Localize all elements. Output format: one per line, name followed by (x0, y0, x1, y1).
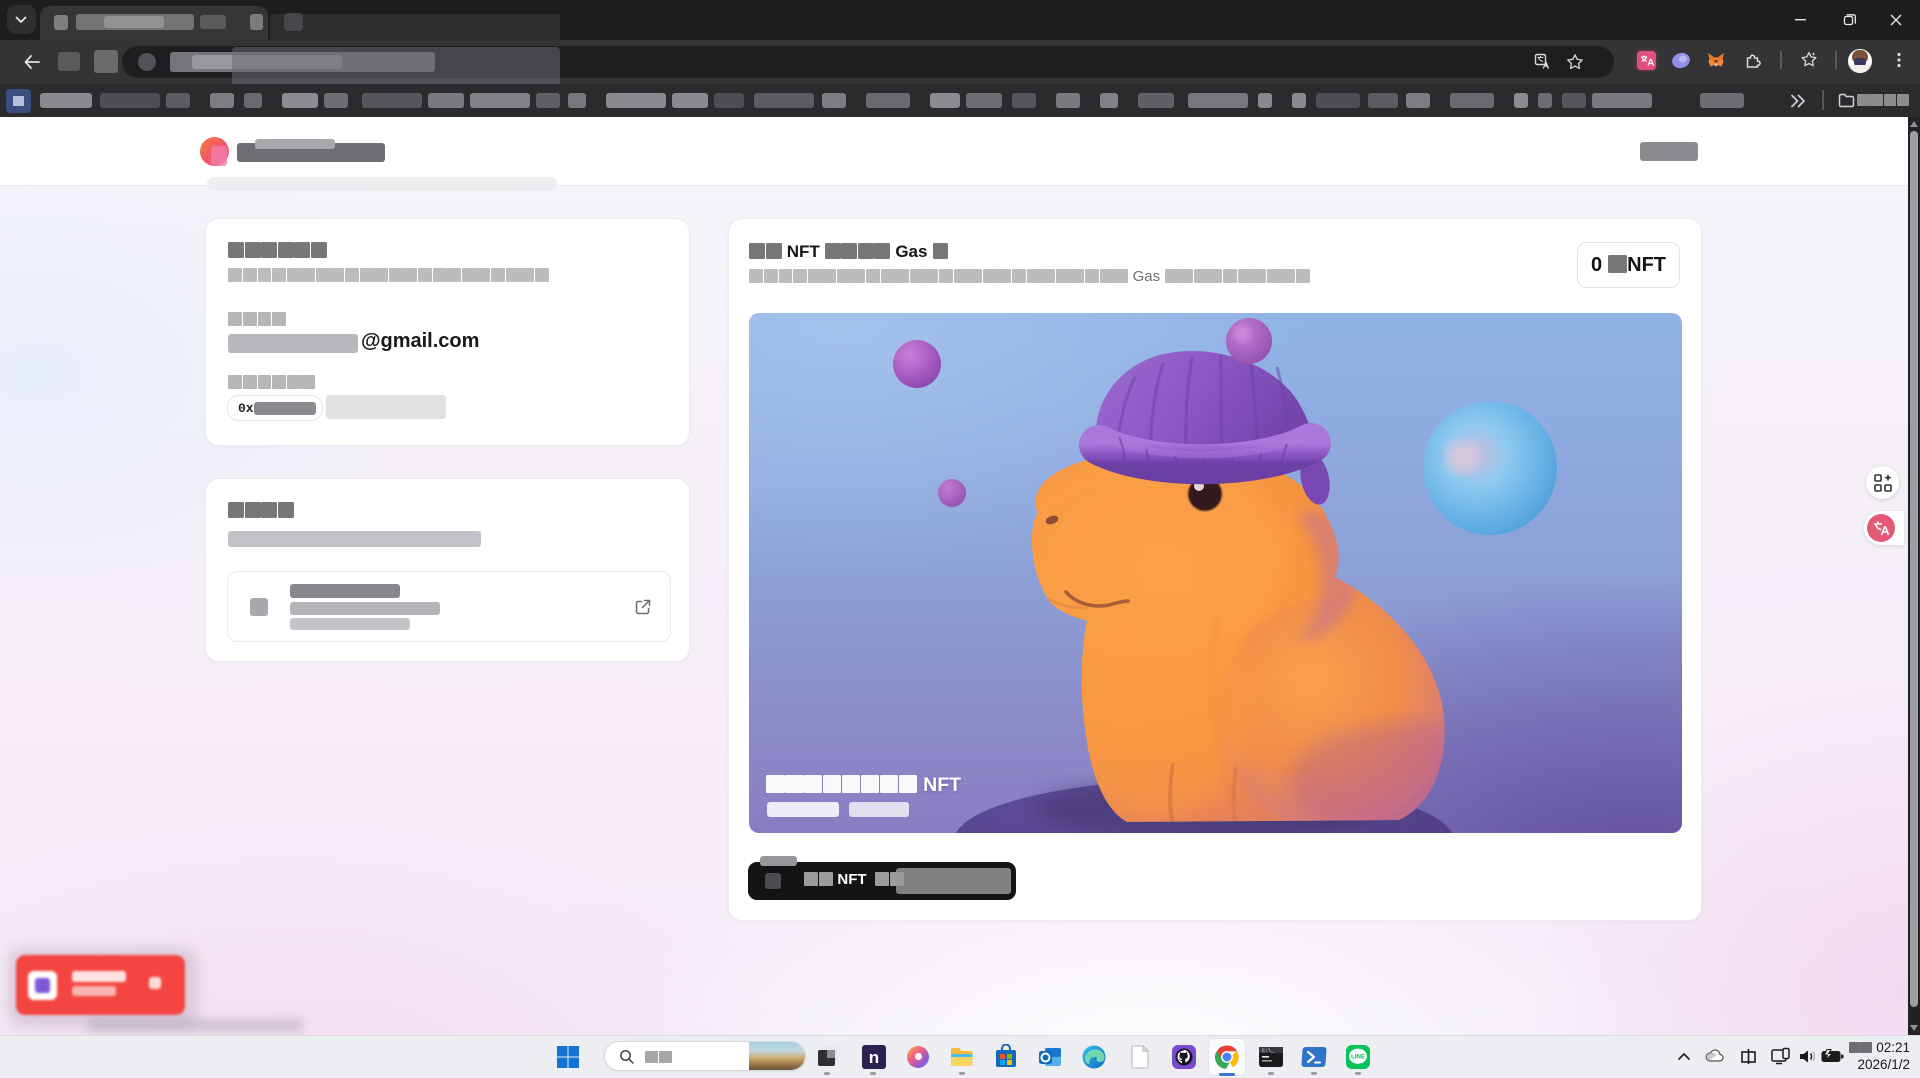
svg-text:LINE: LINE (1351, 1055, 1365, 1061)
svg-text:C:\_: C:\_ (1262, 1048, 1275, 1054)
svg-text:n: n (869, 1048, 879, 1067)
